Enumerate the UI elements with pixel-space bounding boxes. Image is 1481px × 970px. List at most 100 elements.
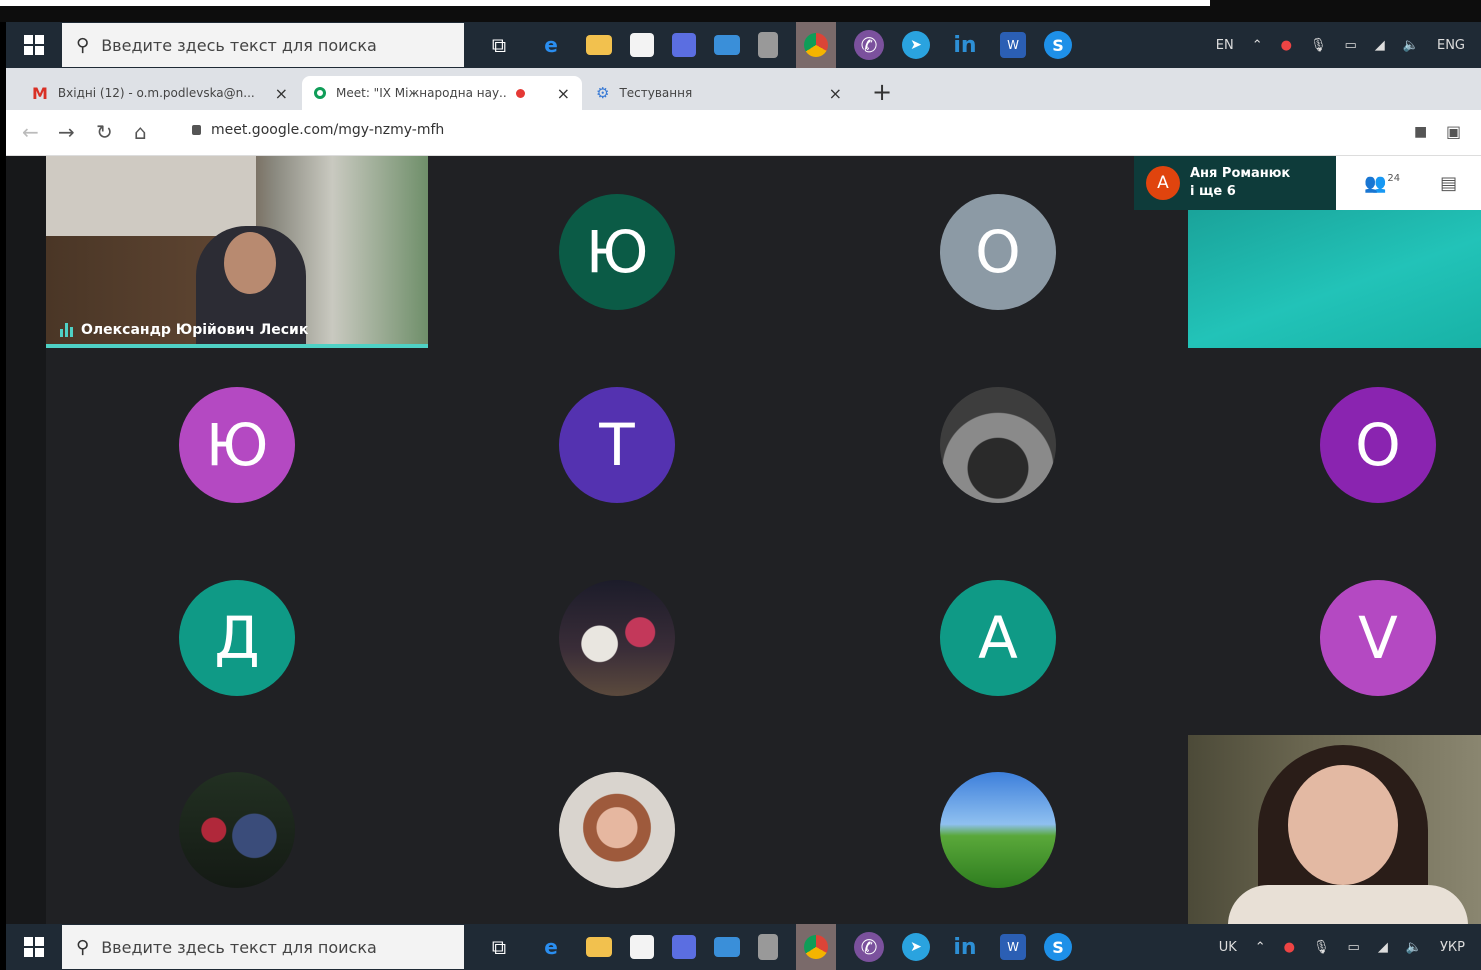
taskbar-search[interactable]: ⚲ Введите здесь текст для поиска — [62, 925, 464, 969]
participant-photo[interactable] — [559, 580, 675, 696]
tab-testing[interactable]: ⚙ Тестування × — [584, 76, 854, 110]
participant-count: 24 — [1387, 172, 1401, 184]
meet-top-controls: 👥 24 ▤ — [1336, 156, 1481, 210]
task-view-icon[interactable]: ⧉ — [482, 28, 516, 62]
taskbar-top: ⚲ Введите здесь текст для поиска ⧉ e ✆ ➤… — [6, 22, 1481, 68]
participant-photo[interactable] — [559, 772, 675, 888]
word-icon[interactable]: W — [1000, 934, 1026, 960]
recording-icon — [516, 88, 525, 98]
taskbar-search[interactable]: ⚲ Введите здесь текст для поиска — [62, 23, 464, 67]
gear-icon: ⚙ — [596, 84, 610, 102]
participant-photo[interactable] — [179, 772, 295, 888]
save-icon[interactable] — [672, 33, 696, 57]
participant-video-tile[interactable] — [1188, 735, 1481, 924]
file-explorer-icon[interactable] — [586, 35, 612, 55]
screen-top-strip — [0, 0, 1481, 22]
store-icon[interactable] — [630, 935, 654, 959]
participant-avatar[interactable]: Ю — [179, 387, 295, 503]
chrome-icon[interactable] — [796, 22, 836, 68]
viber-icon[interactable]: ✆ — [854, 932, 884, 962]
skype-icon[interactable]: S — [1044, 31, 1072, 59]
close-icon[interactable]: × — [557, 84, 570, 103]
close-icon[interactable]: × — [275, 84, 288, 103]
telegram-icon[interactable]: ➤ — [902, 933, 930, 961]
back-icon[interactable]: ← — [22, 120, 39, 144]
taskbar-search-placeholder: Введите здесь текст для поиска — [101, 35, 377, 55]
participant-avatar[interactable]: Д — [179, 580, 295, 696]
search-icon: ⚲ — [76, 936, 90, 958]
microphone-icon[interactable]: 🎙 — [1313, 940, 1330, 955]
forward-icon[interactable]: → — [58, 120, 75, 144]
participant-avatar[interactable]: Ю — [559, 194, 675, 310]
language-indicator[interactable]: ENG — [1437, 38, 1465, 53]
skype-icon[interactable]: S — [1044, 933, 1072, 961]
linkedin-icon[interactable]: in — [948, 28, 982, 62]
tab-gmail[interactable]: M Вхідні (12) - o.m.podlevska@n... × — [20, 76, 300, 110]
start-button[interactable] — [6, 22, 62, 68]
battery-icon[interactable]: ▭ — [1348, 940, 1360, 955]
participant-avatar[interactable]: А — [940, 580, 1056, 696]
speaker-video-tile[interactable]: Олександр Юрійович Лесик — [46, 156, 428, 348]
close-icon[interactable]: × — [829, 84, 842, 103]
address-bar: ← → ↻ ⌂ meet.google.com/mgy-nzmy-mfh ■ ▣ — [6, 110, 1481, 156]
participant-avatar[interactable]: V — [1320, 580, 1436, 696]
word-icon[interactable]: W — [1000, 32, 1026, 58]
search-icon: ⚲ — [76, 34, 90, 56]
mail-icon[interactable] — [714, 937, 740, 957]
left-edge — [6, 156, 46, 924]
battery-icon[interactable]: ▭ — [1345, 38, 1357, 53]
input-language[interactable]: EN — [1216, 38, 1234, 53]
reload-icon[interactable]: ↻ — [96, 120, 113, 144]
chat-icon[interactable]: ▤ — [1440, 173, 1457, 194]
network-icon[interactable]: ◢ — [1375, 38, 1385, 53]
participant-video-tile[interactable] — [1188, 210, 1481, 348]
participant-avatar[interactable]: Т — [559, 387, 675, 503]
calculator-icon[interactable] — [758, 934, 778, 960]
task-view-icon[interactable]: ⧉ — [482, 930, 516, 964]
participants-pill[interactable]: А Аня Романюк і ще 6 — [1134, 156, 1336, 210]
edge-icon[interactable]: e — [534, 930, 568, 964]
volume-icon[interactable]: 🔈 — [1406, 940, 1422, 955]
participant-photo[interactable] — [940, 387, 1056, 503]
lock-icon — [192, 125, 201, 135]
telegram-icon[interactable]: ➤ — [902, 31, 930, 59]
linkedin-icon[interactable]: in — [948, 930, 982, 964]
people-icon[interactable]: 👥 24 — [1364, 173, 1400, 194]
mail-icon[interactable] — [714, 35, 740, 55]
antivirus-icon[interactable]: ● — [1281, 38, 1292, 53]
network-icon[interactable]: ◢ — [1378, 940, 1388, 955]
antivirus-icon[interactable]: ● — [1284, 940, 1295, 955]
start-button[interactable] — [6, 924, 62, 970]
gmail-icon: M — [32, 83, 48, 103]
meet-icon — [314, 87, 326, 99]
new-tab-button[interactable]: + — [872, 78, 892, 106]
participant-photo[interactable] — [940, 772, 1056, 888]
chrome-icon[interactable] — [796, 924, 836, 970]
home-icon[interactable]: ⌂ — [134, 120, 147, 144]
edge-icon[interactable]: e — [534, 28, 568, 62]
language-indicator[interactable]: УКР — [1440, 940, 1465, 955]
save-icon[interactable] — [672, 935, 696, 959]
file-explorer-icon[interactable] — [586, 937, 612, 957]
chevron-up-icon[interactable]: ⌃ — [1255, 940, 1266, 955]
taskbar-bottom: ⚲ Введите здесь текст для поиска ⧉ e ✆ ➤… — [6, 924, 1481, 970]
viber-icon[interactable]: ✆ — [854, 30, 884, 60]
url-text: meet.google.com/mgy-nzmy-mfh — [211, 122, 445, 138]
camera-icon[interactable]: ■ — [1414, 124, 1427, 140]
participant-avatar[interactable]: О — [1320, 387, 1436, 503]
pill-name: Аня Романюк — [1190, 166, 1291, 181]
pill-avatar: А — [1146, 166, 1180, 200]
extension-icon[interactable]: ▣ — [1446, 122, 1461, 141]
url-field[interactable]: meet.google.com/mgy-nzmy-mfh — [192, 122, 444, 138]
calculator-icon[interactable] — [758, 32, 778, 58]
tab-gmail-label: Вхідні (12) - o.m.podlevska@n... — [57, 86, 255, 100]
browser-tab-bar: M Вхідні (12) - o.m.podlevska@n... × Mee… — [6, 68, 1481, 110]
participant-avatar[interactable]: О — [940, 194, 1056, 310]
microphone-icon[interactable]: 🎙 — [1310, 38, 1327, 53]
input-language[interactable]: UK — [1219, 940, 1237, 955]
speaker-name: Олександр Юрійович Лесик — [81, 322, 309, 338]
chevron-up-icon[interactable]: ⌃ — [1252, 38, 1263, 53]
store-icon[interactable] — [630, 33, 654, 57]
volume-icon[interactable]: 🔈 — [1403, 38, 1419, 53]
tab-meet[interactable]: Meet: "IX Міжнародна нау... × — [302, 76, 582, 110]
